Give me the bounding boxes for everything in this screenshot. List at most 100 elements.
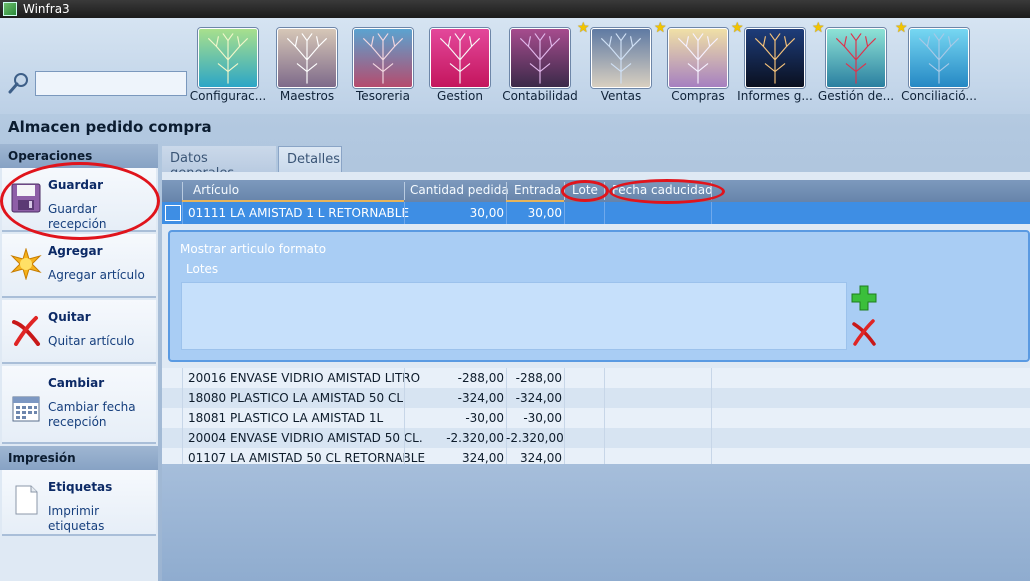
col-cantidad-pedida[interactable]: Cantidad pedida [410, 183, 509, 197]
lotes-list[interactable] [181, 282, 847, 350]
cell-entrada: -288,00 [515, 371, 562, 385]
col-entrada[interactable]: Entrada [514, 183, 561, 197]
cell-entrada: 324,00 [520, 451, 562, 465]
module-tile-5[interactable] [510, 28, 570, 88]
app-icon [3, 2, 17, 16]
cell-articulo: 18080 PLASTICO LA AMISTAD 50 CL [188, 391, 404, 405]
add-subtitle: Agregar artículo [48, 268, 145, 282]
module-tile-3[interactable] [353, 28, 413, 88]
cell-articulo: 01111 LA AMISTAD 1 L RETORNABLE [188, 206, 410, 220]
table-row-selected[interactable]: 01111 LA AMISTAD 1 L RETORNABLE 30,00 30… [162, 202, 1030, 224]
save-button[interactable]: Guardar Guardar recepción [2, 168, 156, 232]
cell-cantidad: -324,00 [457, 391, 504, 405]
detail-title: Mostrar articulo formato [180, 242, 327, 256]
favorite-star-icon[interactable]: ★ [895, 21, 909, 35]
col-fecha-caducidad[interactable]: Fecha caducidad [612, 183, 713, 197]
add-lot-icon[interactable] [850, 284, 878, 312]
tree-icon [431, 29, 489, 87]
delete-lot-icon[interactable] [850, 318, 878, 346]
lotes-label: Lotes [186, 262, 219, 276]
tree-icon [199, 29, 257, 87]
remove-article-button[interactable]: Quitar Quitar artículo [2, 300, 156, 364]
favorite-star-icon[interactable]: ★ [654, 21, 668, 35]
labels-title: Etiquetas [48, 480, 113, 494]
floppy-disk-icon [11, 183, 41, 213]
module-tile-9[interactable] [826, 28, 886, 88]
cell-articulo: 01107 LA AMISTAD 50 CL RETORNABLE [188, 451, 426, 465]
change-date-button[interactable]: Cambiar Cambiar fecha recepción [2, 366, 156, 444]
module-label-2[interactable]: Maestros [266, 89, 348, 103]
module-label-9[interactable]: Gestión de... [815, 89, 897, 103]
module-label-1[interactable]: Configurac... [187, 89, 269, 103]
module-tile-1[interactable] [198, 28, 258, 88]
remove-title: Quitar [48, 310, 91, 324]
change-title: Cambiar [48, 376, 105, 390]
favorite-star-icon[interactable]: ★ [731, 21, 745, 35]
module-label-6[interactable]: Ventas [580, 89, 662, 103]
tree-icon [278, 29, 336, 87]
add-title: Agregar [48, 244, 103, 258]
cell-entrada: -2.320,00 [506, 431, 564, 445]
tree-icon [910, 29, 968, 87]
favorite-star-icon[interactable]: ★ [577, 21, 591, 35]
cell-cantidad: 30,00 [469, 206, 504, 220]
red-x-icon [12, 316, 40, 346]
module-tile-6[interactable] [591, 28, 651, 88]
operations-header: Operaciones [0, 144, 158, 168]
table-row[interactable]: 20004 ENVASE VIDRIO AMISTAD 50 CL. -2.32… [162, 428, 1030, 448]
search-icon[interactable] [8, 72, 30, 94]
module-label-3[interactable]: Tesoreria [342, 89, 424, 103]
tree-icon [669, 29, 727, 87]
module-label-8[interactable]: Informes g... [734, 89, 816, 103]
table-row[interactable]: 18081 PLASTICO LA AMISTAD 1L -30,00 -30,… [162, 408, 1030, 428]
module-label-5[interactable]: Contabilidad [499, 89, 581, 103]
favorite-star-icon[interactable]: ★ [812, 21, 826, 35]
module-label-10[interactable]: Conciliació... [898, 89, 980, 103]
cell-entrada: -30,00 [523, 411, 562, 425]
table-row[interactable]: 20016 ENVASE VIDRIO AMISTAD LITRO -288,0… [162, 368, 1030, 388]
module-tile-10[interactable] [909, 28, 969, 88]
tree-icon [354, 29, 412, 87]
add-article-button[interactable]: Agregar Agregar artículo [2, 234, 156, 298]
module-tile-8[interactable] [745, 28, 805, 88]
cell-entrada: -324,00 [515, 391, 562, 405]
col-articulo[interactable]: Artículo [193, 183, 239, 197]
grid-empty-area [162, 464, 1030, 581]
cell-entrada: 30,00 [527, 206, 562, 220]
operations-sidebar: Operaciones Guardar Guardar recepción Ag… [0, 144, 158, 581]
cell-articulo: 20016 ENVASE VIDRIO AMISTAD LITRO [188, 371, 421, 385]
remove-subtitle: Quitar artículo [48, 334, 135, 348]
page-title: Almacen pedido compra [8, 118, 212, 136]
table-row[interactable]: 18080 PLASTICO LA AMISTAD 50 CL -324,00 … [162, 388, 1030, 408]
cell-articulo: 18081 PLASTICO LA AMISTAD 1L [188, 411, 384, 425]
save-title: Guardar [48, 178, 104, 192]
module-label-4[interactable]: Gestion [419, 89, 501, 103]
search-input[interactable] [35, 71, 187, 96]
module-tile-2[interactable] [277, 28, 337, 88]
tree-icon [746, 29, 804, 87]
calendar-icon [12, 396, 40, 422]
module-tile-7[interactable] [668, 28, 728, 88]
print-labels-button[interactable]: Etiquetas Imprimir etiquetas [2, 470, 156, 536]
module-tile-4[interactable] [430, 28, 490, 88]
window-title: Winfra3 [23, 2, 70, 16]
row-selector[interactable] [165, 205, 181, 221]
col-lote[interactable]: Lote [572, 183, 598, 197]
grid-header: Artículo Cantidad pedida Entrada Lote Fe… [162, 180, 1030, 202]
cell-cantidad: -288,00 [457, 371, 504, 385]
print-header: Impresión [0, 446, 158, 470]
article-detail-panel: Mostrar articulo formato Lotes [168, 230, 1030, 362]
tree-icon [827, 29, 885, 87]
cell-cantidad: 324,00 [462, 451, 504, 465]
cell-cantidad: -2.320,00 [446, 431, 504, 445]
labels-subtitle: Imprimir etiquetas [48, 504, 105, 533]
window-titlebar: Winfra3 [0, 0, 1030, 18]
tab-datos-generales[interactable]: Datos generales [162, 146, 276, 181]
sun-star-icon [10, 248, 42, 280]
module-label-7[interactable]: Compras [657, 89, 739, 103]
tree-icon [592, 29, 650, 87]
tab-detalles[interactable]: Detalles [278, 146, 342, 172]
document-icon [15, 485, 38, 515]
cell-articulo: 20004 ENVASE VIDRIO AMISTAD 50 CL. [188, 431, 423, 445]
cell-cantidad: -30,00 [465, 411, 504, 425]
